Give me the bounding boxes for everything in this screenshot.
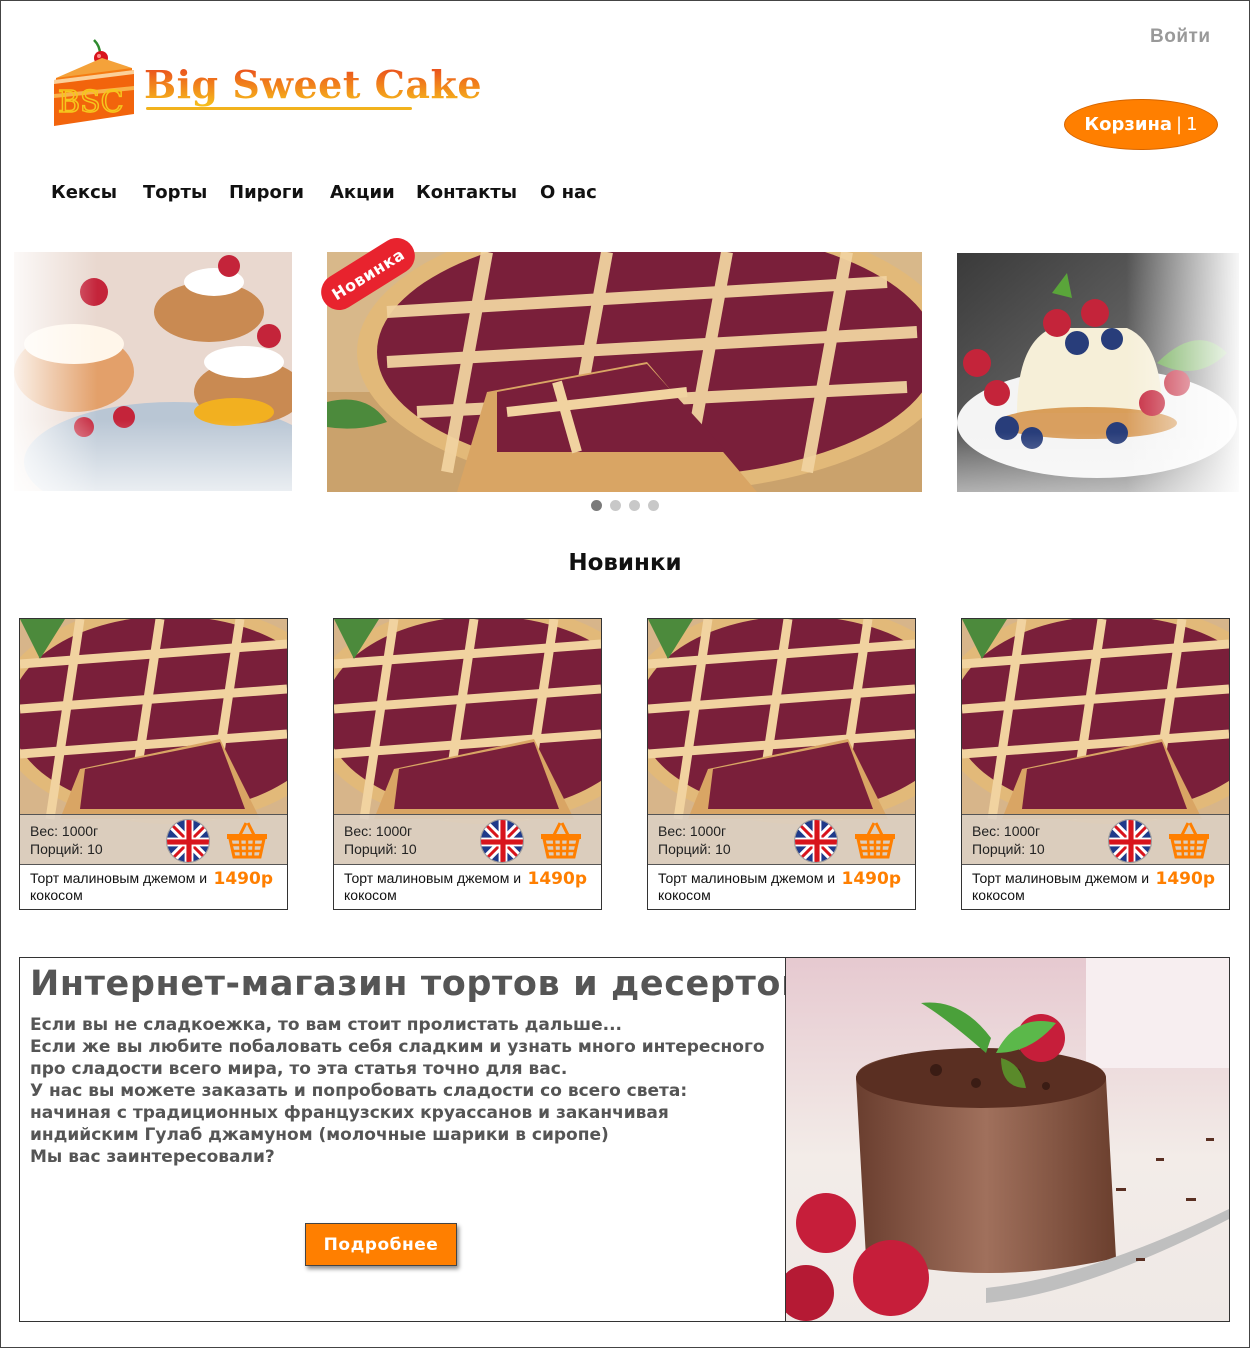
logo-underline (146, 107, 412, 110)
carousel-slide-prev[interactable] (14, 252, 292, 491)
basket-icon[interactable] (540, 821, 582, 859)
carousel-slide-next[interactable] (957, 253, 1239, 492)
fade-overlay (14, 252, 292, 491)
product-name[interactable]: Торт малиновым джемом и кокосом (344, 870, 534, 904)
product-portions: Порций: 10 (658, 841, 731, 857)
product-weight: Вес: 1000г (344, 823, 413, 839)
about-block: Интернет-магазин тортов и десертов Если … (19, 957, 1230, 1322)
more-button[interactable]: Подробнее (305, 1223, 457, 1266)
product-info-bar: Вес: 1000г Порций: 10 (334, 814, 601, 865)
uk-flag-icon (480, 819, 524, 863)
fade-overlay (957, 253, 1239, 492)
carousel-dots (591, 500, 659, 511)
basket-icon[interactable] (1168, 821, 1210, 859)
about-text: Если вы не сладкоежка, то вам стоит прол… (30, 1015, 765, 1167)
new-section-title: Новинки (568, 550, 682, 576)
product-info-bar: Вес: 1000г Порций: 10 (648, 814, 915, 865)
product-card[interactable]: Вес: 1000г Порций: 10 Торт малиновым дже… (647, 618, 916, 910)
product-card[interactable]: Вес: 1000г Порций: 10 Торт малиновым дже… (961, 618, 1230, 910)
about-title: Интернет-магазин тортов и десертов (30, 964, 804, 1004)
nav-item-promotions[interactable]: Акции (330, 182, 395, 203)
product-info-bar: Вес: 1000г Порций: 10 (962, 814, 1229, 865)
nav-item-cupcakes[interactable]: Кексы (51, 182, 117, 203)
cake-logo-icon: BSC (54, 39, 134, 126)
carousel-slide-active[interactable] (327, 252, 922, 492)
carousel-dot-1[interactable] (591, 500, 602, 511)
chocolate-dessert-image (778, 958, 1229, 1321)
login-link[interactable]: Войти (1150, 26, 1211, 48)
product-portions: Порций: 10 (972, 841, 1045, 857)
uk-flag-icon (1108, 819, 1152, 863)
nav-item-contacts[interactable]: Контакты (416, 182, 517, 203)
basket-icon[interactable] (226, 821, 268, 859)
product-price: 1490р (527, 869, 587, 889)
product-card[interactable]: Вес: 1000г Порций: 10 Торт малиновым дже… (333, 618, 602, 910)
nav-item-pies[interactable]: Пироги (229, 182, 304, 203)
nav-item-about[interactable]: О нас (540, 182, 597, 203)
product-portions: Порций: 10 (344, 841, 417, 857)
uk-flag-icon (166, 819, 210, 863)
carousel-dot-3[interactable] (629, 500, 640, 511)
product-price: 1490р (213, 869, 273, 889)
product-price: 1490р (841, 869, 901, 889)
basket-icon[interactable] (854, 821, 896, 859)
uk-flag-icon (794, 819, 838, 863)
product-portions: Порций: 10 (30, 841, 103, 857)
cart-button[interactable]: Корзина | 1 (1064, 99, 1218, 150)
cart-label: Корзина (1084, 114, 1173, 135)
logo-monogram: BSC (58, 85, 124, 120)
carousel-dot-4[interactable] (648, 500, 659, 511)
product-name[interactable]: Торт малиновым джемом и кокосом (30, 870, 220, 904)
nav-item-cakes[interactable]: Торты (143, 182, 207, 203)
product-price: 1490р (1155, 869, 1215, 889)
cart-separator: | (1176, 114, 1183, 135)
product-card[interactable]: Вес: 1000г Порций: 10 Торт малиновым дже… (19, 618, 288, 910)
raspberry-pie-image (327, 252, 922, 492)
product-name[interactable]: Торт малиновым джемом и кокосом (658, 870, 848, 904)
cart-count: 1 (1186, 114, 1198, 135)
product-name[interactable]: Торт малиновым джемом и кокосом (972, 870, 1162, 904)
product-weight: Вес: 1000г (972, 823, 1041, 839)
product-weight: Вес: 1000г (30, 823, 99, 839)
product-info-bar: Вес: 1000г Порций: 10 (20, 814, 287, 865)
carousel-dot-2[interactable] (610, 500, 621, 511)
logo-text[interactable]: Big Sweet Cake (144, 62, 482, 107)
product-weight: Вес: 1000г (658, 823, 727, 839)
